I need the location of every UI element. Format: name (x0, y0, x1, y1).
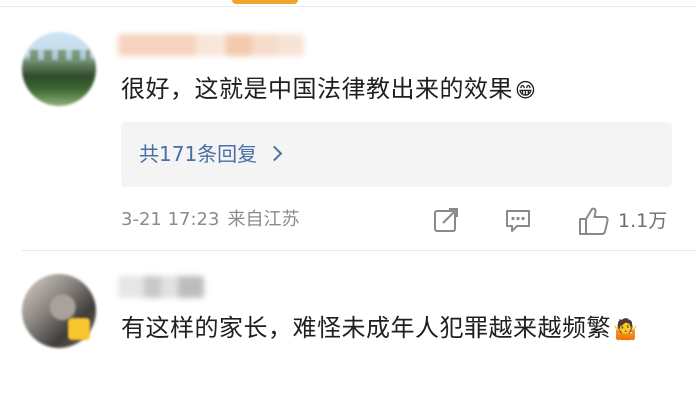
avatar[interactable] (22, 32, 96, 106)
like-button[interactable]: 1.1万 (578, 206, 667, 235)
comment-meta: 3-21 17:23 来自江苏 (121, 206, 299, 234)
comment-separator (22, 250, 696, 251)
avatar-badge (68, 318, 90, 340)
comment-item: 很好，这就是中国法律教出来的效果 😁 共171条回复 3-21 17:23 来自江苏… (0, 20, 696, 250)
reply-button[interactable] (504, 206, 532, 234)
top-divider (0, 6, 696, 7)
shrugging-person-icon: 🤷 (613, 317, 639, 341)
comment-text: 很好，这就是中国法律教出来的效果 😁 (121, 70, 681, 109)
grinning-face-icon: 😁 (515, 78, 537, 102)
share-icon (434, 208, 458, 232)
comment-text: 有这样的家长，难怪未成年人犯罪越来越频繁 🤷 (121, 309, 681, 348)
comment-timestamp: 3-21 17:23 (121, 209, 220, 230)
username-blurred[interactable] (118, 276, 204, 298)
like-count: 1.1万 (618, 210, 668, 232)
username-blurred[interactable] (118, 34, 304, 56)
comment-text-body: 很好，这就是中国法律教出来的效果 (121, 75, 513, 103)
thumbs-up-icon (579, 207, 609, 235)
view-replies-link[interactable]: 共171条回复 (139, 140, 283, 168)
chevron-right-icon (266, 145, 283, 162)
replies-box[interactable]: 共171条回复 (121, 122, 672, 187)
comment-source: 来自江苏 (227, 209, 300, 230)
comment-item: 有这样的家长，难怪未成年人犯罪越来越频繁 🤷 (0, 262, 696, 406)
comment-icon (506, 210, 530, 232)
comment-text-body: 有这样的家长，难怪未成年人犯罪越来越频繁 (121, 314, 611, 342)
share-button[interactable] (432, 206, 460, 234)
replies-count-label: 共171条回复 (139, 142, 258, 166)
top-tab-indicator (232, 0, 298, 4)
